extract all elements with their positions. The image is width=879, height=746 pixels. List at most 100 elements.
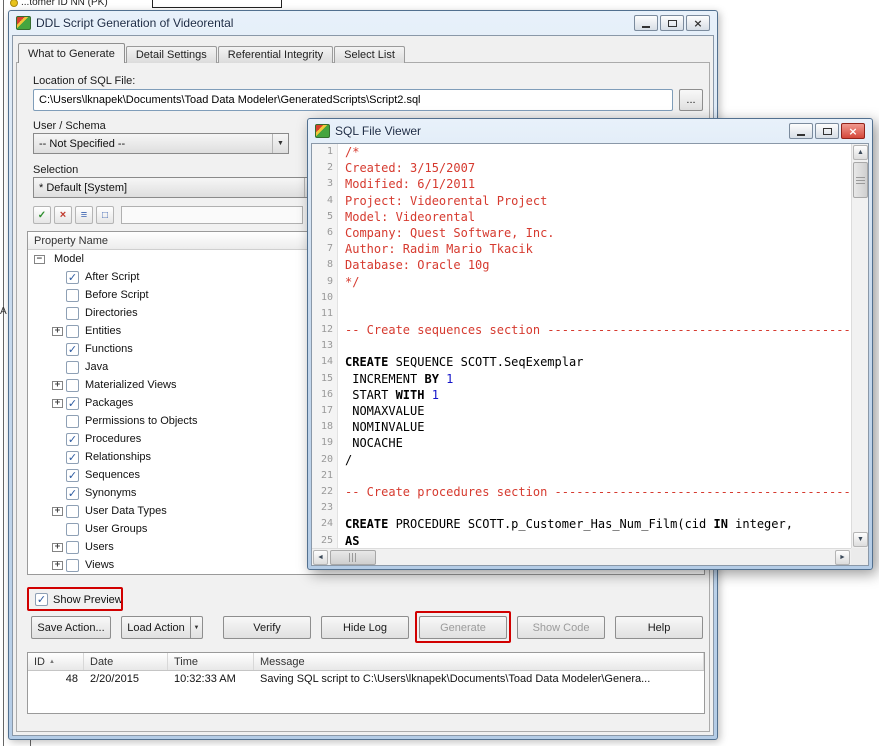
line-number: 15 — [312, 371, 338, 387]
tab-select-list[interactable]: Select List — [334, 46, 405, 63]
checkbox[interactable] — [66, 559, 79, 572]
line-number: 9 — [312, 274, 338, 290]
expand-icon[interactable]: + — [52, 507, 63, 516]
tree-item-label: Before Script — [85, 289, 149, 301]
scroll-up-icon[interactable]: ▲ — [853, 145, 868, 160]
minimize-button[interactable] — [789, 123, 813, 139]
tree-item-label: Directories — [85, 307, 138, 319]
clear-selection-icon[interactable] — [54, 206, 72, 224]
scroll-down-icon[interactable]: ▼ — [853, 532, 868, 547]
hide-log-button[interactable]: Hide Log — [321, 616, 409, 639]
line-number: 1 — [312, 144, 338, 160]
line-number: 10 — [312, 290, 338, 306]
verify-button[interactable]: Verify — [223, 616, 311, 639]
preview-settings-icon[interactable] — [96, 206, 114, 224]
checkbox[interactable] — [66, 307, 79, 320]
checkbox[interactable]: ✓ — [66, 433, 79, 446]
browse-button[interactable]: ... — [679, 89, 703, 111]
toad-app-icon — [315, 124, 330, 138]
tab-detail-settings[interactable]: Detail Settings — [126, 46, 217, 63]
show-code-button[interactable]: Show Code — [517, 616, 605, 639]
checkbox[interactable] — [66, 379, 79, 392]
filter-input[interactable] — [121, 206, 303, 224]
maximize-button[interactable] — [815, 123, 839, 139]
line-number: 16 — [312, 387, 338, 403]
selection-value: * Default [System] — [34, 182, 304, 194]
sql-editor[interactable]: 1/*2Created: 3/15/20073Modified: 6/1/201… — [311, 143, 869, 566]
scrollbar-corner — [851, 548, 868, 565]
scroll-left-icon[interactable]: ◄ — [313, 550, 328, 565]
log-column-header-id[interactable]: ID▲ — [28, 653, 84, 670]
user-schema-select[interactable]: -- Not Specified -- ▼ — [33, 133, 289, 154]
main-titlebar[interactable]: DDL Script Generation of Videorental × — [12, 11, 714, 35]
log-column-header-date[interactable]: Date — [84, 653, 168, 670]
expand-icon[interactable]: + — [52, 543, 63, 552]
generate-button[interactable]: Generate — [419, 616, 507, 639]
vertical-scrollbar[interactable]: ▲ ▼ — [851, 144, 868, 548]
line-number: 5 — [312, 209, 338, 225]
line-number: 11 — [312, 306, 338, 322]
checkbox-checked-icon[interactable]: ✓ — [35, 593, 48, 606]
scroll-right-icon[interactable]: ► — [835, 550, 850, 565]
checkbox[interactable] — [66, 505, 79, 518]
checkbox[interactable]: ✓ — [66, 469, 79, 482]
tab-referential-integrity[interactable]: Referential Integrity — [218, 46, 333, 63]
vertical-scrollbar-thumb[interactable] — [853, 162, 868, 198]
selection-select[interactable]: * Default [System] ▼ — [33, 177, 321, 198]
log-column-header-time[interactable]: Time — [168, 653, 254, 670]
tree-toolbar — [33, 205, 303, 225]
checkbox[interactable]: ✓ — [66, 397, 79, 410]
invert-selection-icon[interactable] — [75, 206, 93, 224]
line-number: 6 — [312, 225, 338, 241]
expand-icon[interactable]: + — [52, 399, 63, 408]
checkbox[interactable] — [66, 541, 79, 554]
checkbox[interactable] — [66, 289, 79, 302]
checkbox[interactable] — [66, 523, 79, 536]
checkbox[interactable] — [66, 361, 79, 374]
line-number: 12 — [312, 322, 338, 338]
help-button[interactable]: Help — [615, 616, 703, 639]
sql-viewer-title: SQL File Viewer — [335, 124, 784, 138]
tree-item-label: After Script — [85, 271, 139, 283]
horizontal-scrollbar[interactable]: ◄ ► — [312, 548, 851, 565]
line-number: 4 — [312, 193, 338, 209]
log-column-header-message[interactable]: Message — [254, 653, 704, 670]
tab-what-to-generate[interactable]: What to Generate — [18, 43, 125, 63]
code-area[interactable]: 1/*2Created: 3/15/20073Modified: 6/1/201… — [312, 144, 851, 548]
horizontal-scrollbar-thumb[interactable] — [330, 550, 376, 565]
close-icon: × — [848, 126, 857, 137]
save-action-button[interactable]: Save Action... — [31, 616, 111, 639]
sort-ascending-icon: ▲ — [49, 659, 55, 665]
expand-icon[interactable]: + — [52, 561, 63, 570]
checkbox[interactable] — [66, 415, 79, 428]
checkbox[interactable]: ✓ — [66, 451, 79, 464]
checkbox[interactable]: ✓ — [66, 487, 79, 500]
close-icon: × — [693, 18, 702, 29]
load-action-button[interactable]: Load Action — [121, 616, 191, 639]
checkbox[interactable] — [66, 325, 79, 338]
load-action-button-dropdown[interactable]: ▼ — [190, 616, 203, 639]
select-all-icon[interactable] — [33, 206, 51, 224]
dropdown-arrow-icon: ▼ — [272, 134, 288, 153]
minimize-button[interactable] — [634, 15, 658, 31]
sql-file-path-input[interactable] — [33, 89, 673, 111]
sql-viewer-titlebar[interactable]: SQL File Viewer × — [311, 119, 869, 143]
log-rows: 482/20/201510:32:33 AMSaving SQL script … — [28, 671, 704, 687]
expand-icon[interactable]: + — [52, 381, 63, 390]
line-number: 24 — [312, 516, 338, 532]
tab-bar: What to GenerateDetail SettingsReferenti… — [18, 43, 406, 63]
line-number: 3 — [312, 176, 338, 192]
close-button[interactable]: × — [841, 123, 865, 139]
checkbox[interactable]: ✓ — [66, 271, 79, 284]
maximize-button[interactable] — [660, 15, 684, 31]
expand-icon[interactable]: + — [52, 327, 63, 336]
show-preview-checkbox[interactable]: ✓ Show Preview — [35, 593, 123, 606]
checkbox[interactable]: ✓ — [66, 343, 79, 356]
close-button[interactable]: × — [686, 15, 710, 31]
collapse-icon[interactable]: − — [34, 255, 45, 264]
user-schema-value: -- Not Specified -- — [34, 138, 272, 150]
tree-item-label: Java — [85, 361, 108, 373]
window-controls: × — [789, 123, 865, 139]
location-label: Location of SQL File: — [33, 75, 135, 87]
log-row[interactable]: 482/20/201510:32:33 AMSaving SQL script … — [28, 671, 704, 687]
